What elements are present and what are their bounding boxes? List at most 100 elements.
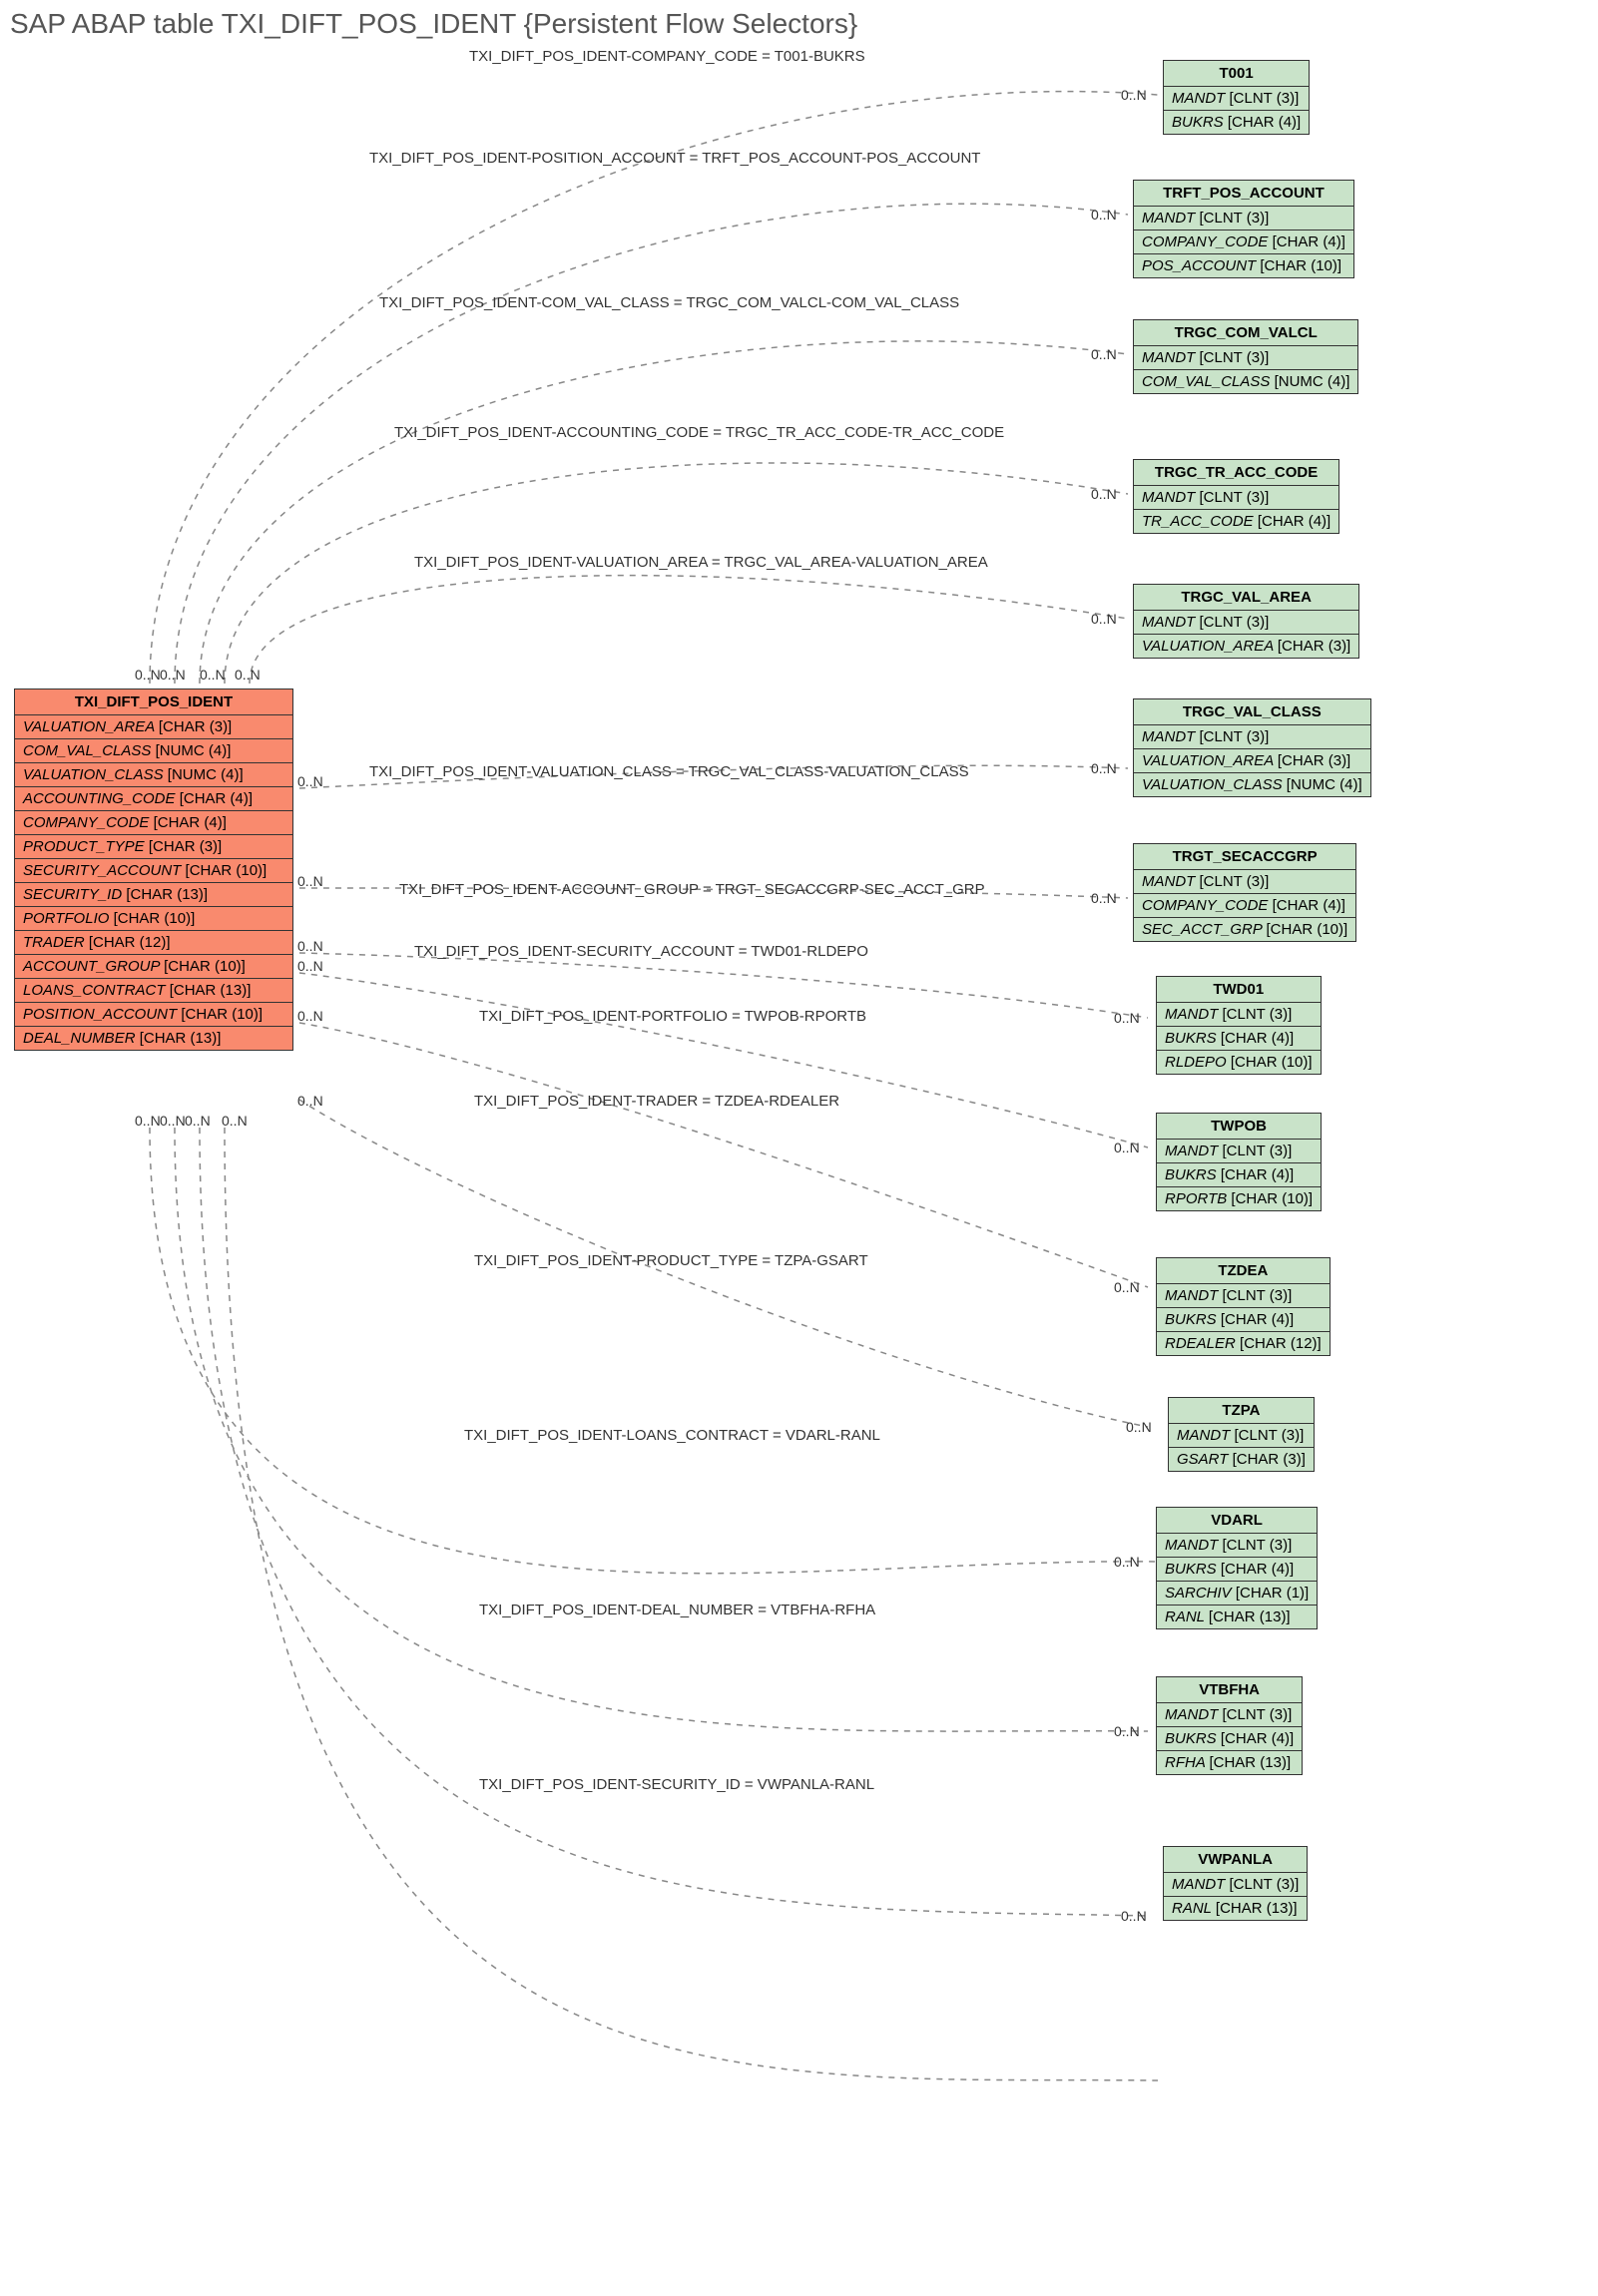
entity-field: VALUATION_AREA [CHAR (3)]: [1134, 635, 1358, 658]
entity-main-field: LOANS_CONTRACT [CHAR (13)]: [15, 979, 292, 1003]
relationship-label: TXI_DIFT_POS_IDENT-COM_VAL_CLASS = TRGC_…: [379, 294, 959, 311]
entity-field: COMPANY_CODE [CHAR (4)]: [1134, 894, 1355, 918]
entity-name: TRGC_VAL_AREA: [1134, 585, 1358, 611]
entity-name: VDARL: [1157, 1508, 1317, 1534]
cardinality-label: 0..N: [160, 1113, 186, 1129]
entity-trft_pos_account: TRFT_POS_ACCOUNTMANDT [CLNT (3)]COMPANY_…: [1133, 180, 1354, 278]
entity-name: T001: [1164, 61, 1309, 87]
entity-field: BUKRS [CHAR (4)]: [1164, 111, 1309, 134]
entity-field: MANDT [CLNT (3)]: [1134, 870, 1355, 894]
entity-field: SEC_ACCT_GRP [CHAR (10)]: [1134, 918, 1355, 941]
entity-field: MANDT [CLNT (3)]: [1134, 725, 1370, 749]
entity-field: COMPANY_CODE [CHAR (4)]: [1134, 230, 1353, 254]
entity-name: TRGC_COM_VALCL: [1134, 320, 1357, 346]
entity-name: TRGC_TR_ACC_CODE: [1134, 460, 1338, 486]
entity-trgc_com_valcl: TRGC_COM_VALCLMANDT [CLNT (3)]COM_VAL_CL…: [1133, 319, 1358, 394]
relationship-label: TXI_DIFT_POS_IDENT-PORTFOLIO = TWPOB-RPO…: [479, 1008, 866, 1025]
entity-name: TRFT_POS_ACCOUNT: [1134, 181, 1353, 207]
cardinality-label: 0..N: [160, 667, 186, 683]
cardinality-label: 0..N: [297, 958, 323, 974]
relationship-label: TXI_DIFT_POS_IDENT-VALUATION_AREA = TRGC…: [414, 554, 988, 571]
entity-vwpanla: VWPANLAMANDT [CLNT (3)]RANL [CHAR (13)]: [1163, 1846, 1308, 1921]
entity-field: MANDT [CLNT (3)]: [1169, 1424, 1314, 1448]
entity-field: VALUATION_AREA [CHAR (3)]: [1134, 749, 1370, 773]
cardinality-label: 0..N: [235, 667, 261, 683]
diagram-title: SAP ABAP table TXI_DIFT_POS_IDENT {Persi…: [10, 8, 857, 40]
entity-field: GSART [CHAR (3)]: [1169, 1448, 1314, 1471]
entity-field: BUKRS [CHAR (4)]: [1157, 1558, 1317, 1582]
entity-field: MANDT [CLNT (3)]: [1134, 486, 1338, 510]
cardinality-label: 0..N: [297, 1093, 323, 1109]
cardinality-label: 0..N: [297, 938, 323, 954]
cardinality-label: 0..N: [185, 1113, 211, 1129]
entity-vdarl: VDARLMANDT [CLNT (3)]BUKRS [CHAR (4)]SAR…: [1156, 1507, 1318, 1629]
entity-name: VWPANLA: [1164, 1847, 1307, 1873]
entity-field: VALUATION_CLASS [NUMC (4)]: [1134, 773, 1370, 796]
entity-trgc_val_area: TRGC_VAL_AREAMANDT [CLNT (3)]VALUATION_A…: [1133, 584, 1359, 659]
entity-field: RDEALER [CHAR (12)]: [1157, 1332, 1330, 1355]
cardinality-label: 0..N: [1091, 760, 1117, 776]
cardinality-label: 0..N: [1114, 1554, 1140, 1570]
entity-main: TXI_DIFT_POS_IDENT VALUATION_AREA [CHAR …: [14, 689, 293, 1051]
entity-main-field: PRODUCT_TYPE [CHAR (3)]: [15, 835, 292, 859]
entity-tzdea: TZDEAMANDT [CLNT (3)]BUKRS [CHAR (4)]RDE…: [1156, 1257, 1331, 1356]
cardinality-label: 0..N: [1114, 1723, 1140, 1739]
relationship-label: TXI_DIFT_POS_IDENT-LOANS_CONTRACT = VDAR…: [464, 1427, 880, 1444]
entity-main-field: TRADER [CHAR (12)]: [15, 931, 292, 955]
entity-field: MANDT [CLNT (3)]: [1164, 1873, 1307, 1897]
relationship-label: TXI_DIFT_POS_IDENT-VALUATION_CLASS = TRG…: [369, 763, 969, 780]
entity-main-field: SECURITY_ID [CHAR (13)]: [15, 883, 292, 907]
entity-field: COM_VAL_CLASS [NUMC (4)]: [1134, 370, 1357, 393]
entity-name: TZPA: [1169, 1398, 1314, 1424]
entity-name: TWPOB: [1157, 1114, 1321, 1140]
cardinality-label: 0..N: [297, 873, 323, 889]
entity-trgc_tr_acc_code: TRGC_TR_ACC_CODEMANDT [CLNT (3)]TR_ACC_C…: [1133, 459, 1339, 534]
entity-field: BUKRS [CHAR (4)]: [1157, 1163, 1321, 1187]
cardinality-label: 0..N: [135, 1113, 161, 1129]
cardinality-label: 0..N: [1091, 486, 1117, 502]
cardinality-label: 0..N: [1126, 1419, 1152, 1435]
entity-main-field: POSITION_ACCOUNT [CHAR (10)]: [15, 1003, 292, 1027]
cardinality-label: 0..N: [135, 667, 161, 683]
relationship-label: TXI_DIFT_POS_IDENT-TRADER = TZDEA-RDEALE…: [474, 1093, 839, 1110]
relationship-label: TXI_DIFT_POS_IDENT-COMPANY_CODE = T001-B…: [469, 48, 865, 65]
cardinality-label: 0..N: [1121, 87, 1147, 103]
cardinality-label: 0..N: [297, 773, 323, 789]
cardinality-label: 0..N: [1091, 890, 1117, 906]
entity-field: RFHA [CHAR (13)]: [1157, 1751, 1302, 1774]
entity-vtbfha: VTBFHAMANDT [CLNT (3)]BUKRS [CHAR (4)]RF…: [1156, 1676, 1303, 1775]
entity-main-field: ACCOUNTING_CODE [CHAR (4)]: [15, 787, 292, 811]
relationship-label: TXI_DIFT_POS_IDENT-ACCOUNTING_CODE = TRG…: [394, 424, 1004, 441]
entity-t001: T001MANDT [CLNT (3)]BUKRS [CHAR (4)]: [1163, 60, 1310, 135]
entity-field: MANDT [CLNT (3)]: [1164, 87, 1309, 111]
cardinality-label: 0..N: [1091, 611, 1117, 627]
entity-main-field: DEAL_NUMBER [CHAR (13)]: [15, 1027, 292, 1050]
entity-name: TRGT_SECACCGRP: [1134, 844, 1355, 870]
entity-field: MANDT [CLNT (3)]: [1157, 1703, 1302, 1727]
entity-main-field: SECURITY_ACCOUNT [CHAR (10)]: [15, 859, 292, 883]
entity-field: RANL [CHAR (13)]: [1157, 1606, 1317, 1628]
entity-main-field: PORTFOLIO [CHAR (10)]: [15, 907, 292, 931]
entity-field: SARCHIV [CHAR (1)]: [1157, 1582, 1317, 1606]
entity-name: VTBFHA: [1157, 1677, 1302, 1703]
entity-tzpa: TZPAMANDT [CLNT (3)]GSART [CHAR (3)]: [1168, 1397, 1315, 1472]
cardinality-label: 0..N: [297, 1008, 323, 1024]
entity-field: POS_ACCOUNT [CHAR (10)]: [1134, 254, 1353, 277]
entity-field: BUKRS [CHAR (4)]: [1157, 1027, 1321, 1051]
entity-field: MANDT [CLNT (3)]: [1157, 1140, 1321, 1163]
entity-field: MANDT [CLNT (3)]: [1134, 346, 1357, 370]
entity-name: TZDEA: [1157, 1258, 1330, 1284]
entity-field: MANDT [CLNT (3)]: [1157, 1284, 1330, 1308]
entity-field: RLDEPO [CHAR (10)]: [1157, 1051, 1321, 1074]
cardinality-label: 0..N: [1091, 207, 1117, 223]
relationship-label: TXI_DIFT_POS_IDENT-POSITION_ACCOUNT = TR…: [369, 150, 980, 167]
entity-field: MANDT [CLNT (3)]: [1157, 1003, 1321, 1027]
entity-main-field: VALUATION_CLASS [NUMC (4)]: [15, 763, 292, 787]
entity-main-field: ACCOUNT_GROUP [CHAR (10)]: [15, 955, 292, 979]
cardinality-label: 0..N: [1114, 1010, 1140, 1026]
cardinality-label: 0..N: [200, 667, 226, 683]
cardinality-label: 0..N: [1121, 1908, 1147, 1924]
entity-field: BUKRS [CHAR (4)]: [1157, 1308, 1330, 1332]
relationship-label: TXI_DIFT_POS_IDENT-ACCOUNT_GROUP = TRGT_…: [399, 881, 985, 898]
entity-name: TRGC_VAL_CLASS: [1134, 699, 1370, 725]
